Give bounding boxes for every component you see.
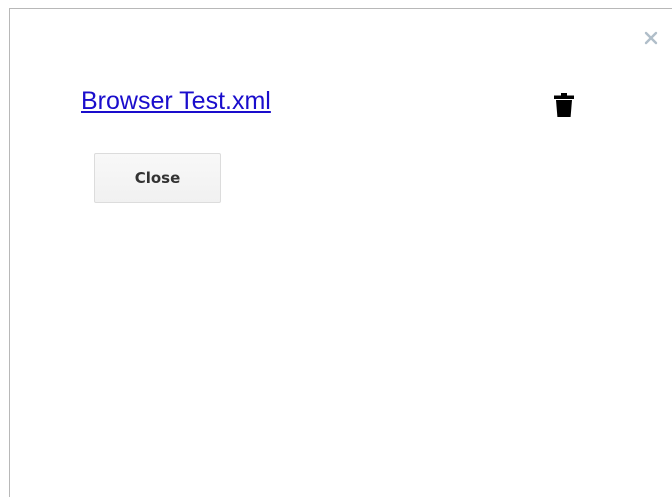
page: Browser Test.xml Close	[0, 0, 672, 497]
close-x-icon[interactable]	[644, 31, 658, 45]
file-dialog: Browser Test.xml Close	[9, 8, 672, 497]
close-button[interactable]: Close	[94, 153, 221, 203]
file-row: Browser Test.xml	[81, 87, 591, 121]
file-link[interactable]: Browser Test.xml	[81, 87, 271, 116]
trash-icon[interactable]	[554, 93, 574, 117]
